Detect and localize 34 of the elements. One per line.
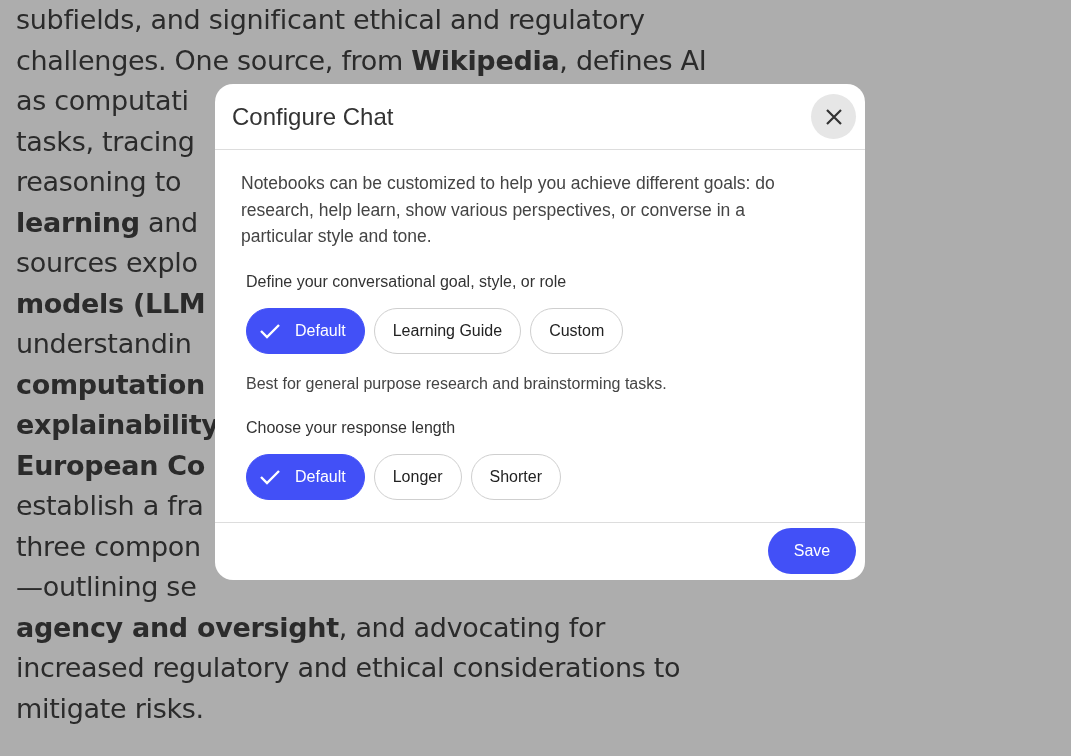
- article-text-line: agency and oversight, and advocating for: [16, 610, 605, 645]
- article-text-line: computation: [16, 367, 205, 402]
- section-label: Choose your response length: [246, 417, 457, 438]
- article-text-line: reasoning to: [16, 165, 182, 199]
- option-chip[interactable]: Longer: [373, 453, 462, 500]
- article-text-line: as computati: [16, 84, 189, 118]
- check-icon: [259, 321, 281, 340]
- article-text-line: sources explo: [16, 246, 198, 280]
- article-text-line: learning and: [16, 205, 198, 240]
- article-text-line: tasks, tracing: [16, 124, 195, 159]
- section-label: Define your conversational goal, style, or role: [246, 271, 568, 292]
- article-text-line: explainability: [16, 408, 219, 442]
- dialog-description: Notebooks can be customized to help you achieve different goals: do research, help learn, show various perspectives, or converse in a particular style and tone.: [241, 172, 776, 248]
- option-chip[interactable]: Shorter: [470, 453, 561, 500]
- article-text-line: increased regulatory and ethical considerations to: [16, 651, 681, 685]
- save-button[interactable]: Save: [768, 528, 856, 574]
- option-chip[interactable]: Default: [246, 453, 365, 500]
- option-chip[interactable]: Default: [246, 307, 365, 354]
- article-text-line: models (LLM: [16, 286, 206, 321]
- close-button[interactable]: [811, 94, 856, 139]
- check-icon: [259, 467, 281, 486]
- close-icon: [824, 107, 843, 126]
- article-text-line: three compon: [16, 529, 201, 564]
- option-chip[interactable]: Custom: [530, 307, 624, 354]
- article-text-line: European Co: [16, 448, 206, 483]
- article-text-line: challenges. One source, from Wikipedia, defines AI: [16, 43, 707, 78]
- article-text-line: —outlining se: [16, 570, 197, 604]
- article-text-line: understandin: [16, 327, 192, 361]
- option-description: Best for general purpose research and brainstorming tasks.: [246, 373, 668, 394]
- article-text-line: establish a fra: [16, 489, 204, 523]
- dialog-title: Configure Chat: [232, 101, 394, 132]
- article-text-line: mitigate risks.: [16, 691, 204, 726]
- option-chip[interactable]: Learning Guide: [373, 307, 522, 354]
- article-text-line: subfields, and significant ethical and regulatory: [16, 3, 645, 37]
